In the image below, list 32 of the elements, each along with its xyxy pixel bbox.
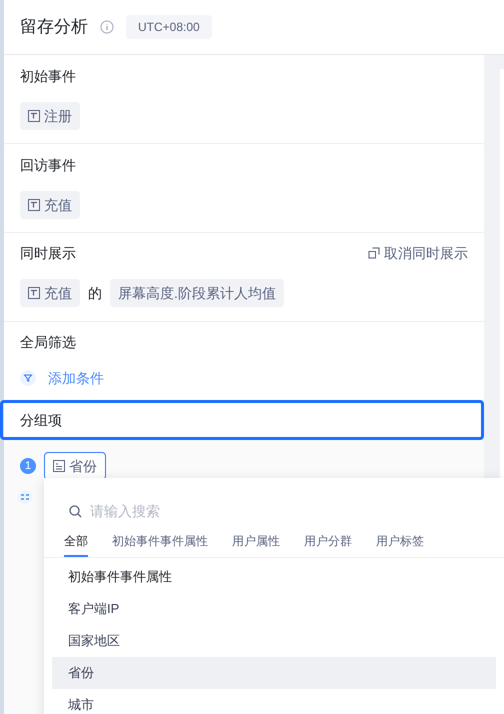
event-icon [28,199,40,211]
add-condition-link[interactable]: 添加条件 [48,368,104,388]
event-chip[interactable]: 充值 [20,191,80,219]
joiner-text: 的 [88,284,102,303]
copy-icon [368,247,380,259]
category-tab[interactable]: 用户属性 [232,533,280,557]
page-title: 留存分析 [20,16,88,38]
category-tab[interactable]: 初始事件事件属性 [112,533,208,557]
category-tab[interactable]: 全部 [64,533,88,557]
option-item[interactable]: 省份 [52,657,496,689]
section-label: 初始事件 [20,67,77,86]
event-icon [28,110,40,122]
section-label: 同时展示 [20,244,76,263]
property-icon [53,460,65,472]
section-label: 回访事件 [20,156,77,175]
metric-chip[interactable]: 屏幕高度.阶段累计人均值 [110,279,284,307]
event-chip[interactable]: 注册 [20,102,80,130]
search-field[interactable]: 请输入搜索 [90,501,390,521]
filter-icon [20,370,36,386]
section-label: 全局筛选 [20,333,77,352]
group-add-icon[interactable] [18,490,32,504]
event-chip[interactable]: 充值 [20,279,80,307]
section-label: 分组项 [20,411,62,430]
event-icon [28,287,40,299]
info-icon[interactable] [100,20,114,34]
group-chip[interactable]: 省份 [44,452,106,480]
category-tab[interactable]: 用户分群 [304,533,352,557]
cancel-show-button[interactable]: 取消同时展示 [368,243,468,263]
category-tab[interactable]: 用户标签 [376,533,424,557]
index-badge: 1 [20,458,36,474]
timezone-tag: UTC+08:00 [126,15,212,39]
search-icon [69,504,82,518]
